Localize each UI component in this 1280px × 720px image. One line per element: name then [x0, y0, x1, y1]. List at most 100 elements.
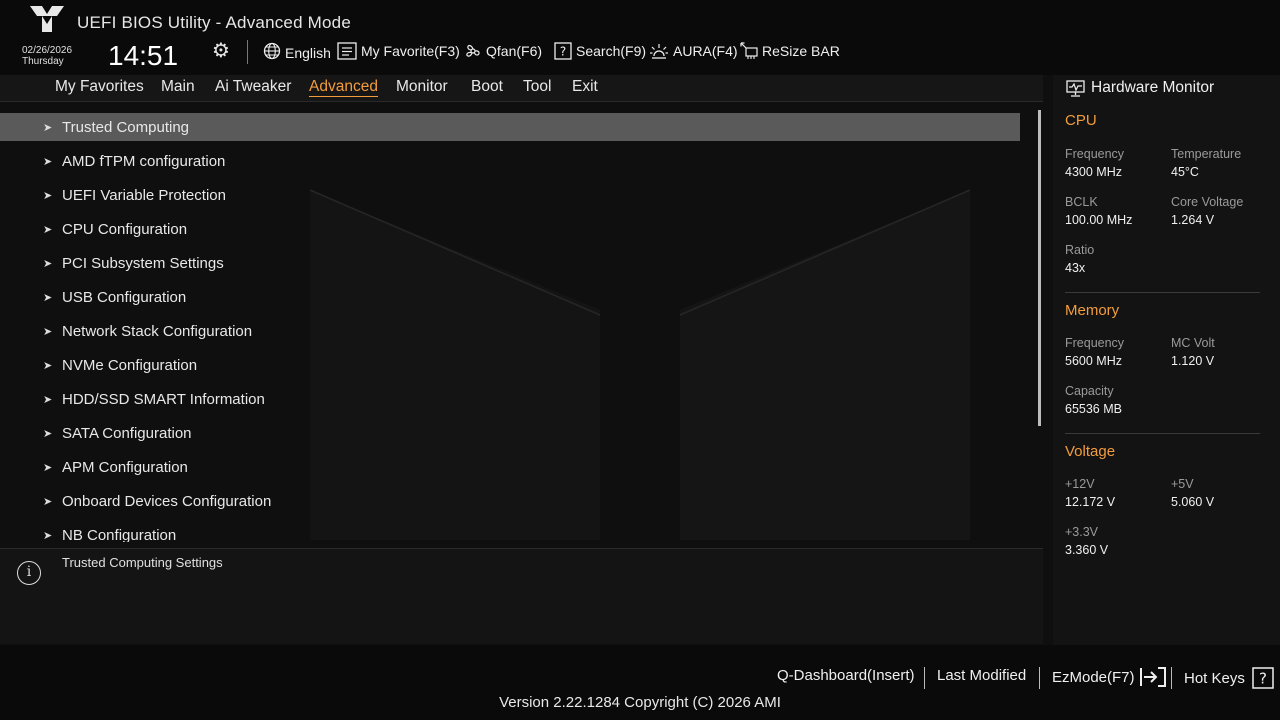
menu-item-hdd-ssd-smart[interactable]: ➤ HDD/SSD SMART Information	[0, 385, 1020, 413]
menu-item-label: USB Configuration	[62, 288, 187, 306]
memory-frequency-value: 5600 MHz	[1065, 354, 1122, 368]
submenu-arrow-icon: ➤	[43, 291, 53, 304]
hw-divider	[1065, 433, 1260, 434]
resize-bar-button[interactable]: ReSize BAR	[740, 42, 840, 60]
bclk-label: BCLK	[1065, 195, 1098, 209]
hardware-monitor-title: Hardware Monitor	[1091, 79, 1215, 96]
clock: 14:51	[108, 40, 179, 71]
tab-tool[interactable]: Tool	[523, 78, 551, 96]
footer-divider	[924, 667, 925, 689]
submenu-arrow-icon: ➤	[43, 155, 53, 168]
last-modified-button[interactable]: Last Modified	[937, 667, 1026, 684]
resize-bar-icon	[740, 42, 758, 59]
q-dashboard-button[interactable]: Q-Dashboard(Insert)	[777, 667, 915, 684]
menu-item-amd-ftpm[interactable]: ➤ AMD fTPM configuration	[0, 147, 1020, 175]
menu-item-label: APM Configuration	[62, 458, 188, 476]
language-label: English	[285, 45, 331, 61]
v12-label: +12V	[1065, 477, 1095, 491]
menu-item-label: NB Configuration	[62, 526, 177, 543]
my-favorite-label: My Favorite(F3)	[361, 43, 460, 59]
tab-main[interactable]: Main	[161, 78, 195, 96]
fan-icon	[466, 44, 480, 57]
menu-item-network-stack[interactable]: ➤ Network Stack Configuration	[0, 317, 1020, 345]
aura-light-icon	[650, 44, 668, 59]
menu-scrollbar[interactable]	[1038, 110, 1041, 426]
svg-text:?: ?	[1259, 670, 1267, 688]
menu-item-uefi-variable-protection[interactable]: ➤ UEFI Variable Protection	[0, 181, 1020, 209]
help-panel: i Trusted Computing Settings	[0, 548, 1043, 644]
settings-gear-icon[interactable]: ⚙	[212, 38, 230, 63]
monitor-icon	[1066, 79, 1085, 97]
menu-item-label: NVMe Configuration	[62, 356, 198, 374]
submenu-arrow-icon: ➤	[43, 427, 53, 440]
search-button[interactable]: ? Search(F9)	[554, 42, 646, 60]
cpu-section-title: CPU	[1065, 112, 1097, 129]
hot-keys-button[interactable]: Hot Keys ?	[1184, 667, 1274, 689]
tab-ai-tweaker[interactable]: Ai Tweaker	[215, 78, 291, 96]
tab-monitor[interactable]: Monitor	[396, 78, 448, 96]
cpu-frequency-value: 4300 MHz	[1065, 165, 1122, 179]
menu-item-nb-configuration[interactable]: ➤ NB Configuration	[0, 521, 1020, 543]
search-help-icon: ?	[554, 42, 572, 60]
svg-text:?: ?	[560, 45, 566, 59]
menu-item-label: AMD fTPM configuration	[62, 152, 226, 170]
mc-volt-label: MC Volt	[1171, 336, 1215, 350]
top-bar: UEFI BIOS Utility - Advanced Mode 02/26/…	[0, 0, 1280, 75]
info-icon: i	[17, 561, 41, 585]
submenu-arrow-icon: ➤	[43, 257, 53, 270]
qfan-label: Qfan(F6)	[486, 43, 543, 59]
tab-boot[interactable]: Boot	[471, 78, 503, 96]
menu-item-label: Trusted Computing	[62, 118, 190, 136]
ratio-label: Ratio	[1065, 243, 1095, 257]
submenu-arrow-icon: ➤	[43, 223, 53, 236]
ezmode-button[interactable]: EzMode(F7)	[1052, 667, 1167, 687]
core-voltage-label: Core Voltage	[1171, 195, 1244, 209]
date-display: 02/26/2026 Thursday	[22, 45, 72, 67]
menu-item-usb-configuration[interactable]: ➤ USB Configuration	[0, 283, 1020, 311]
hardware-monitor-panel: Hardware Monitor CPU Frequency 4300 MHz …	[1053, 75, 1280, 645]
version-text: Version 2.22.1284 Copyright (C) 2026 AMI	[499, 694, 781, 711]
submenu-arrow-icon: ➤	[43, 529, 53, 542]
main-tab-bar: My Favorites Main Ai Tweaker Advanced Mo…	[0, 75, 1043, 102]
tuf-logo-icon	[30, 6, 64, 32]
submenu-arrow-icon: ➤	[43, 359, 53, 372]
footer-divider	[1171, 667, 1172, 689]
aura-button[interactable]: AURA(F4)	[649, 42, 738, 60]
tab-advanced[interactable]: Advanced	[309, 78, 378, 97]
date-text: 02/26/2026	[22, 45, 73, 56]
language-button[interactable]: English	[263, 42, 331, 61]
menu-item-sata-configuration[interactable]: ➤ SATA Configuration	[0, 419, 1020, 447]
bclk-value: 100.00 MHz	[1065, 213, 1133, 227]
cpu-temperature-label: Temperature	[1171, 147, 1242, 161]
menu-item-label: HDD/SSD SMART Information	[62, 390, 265, 408]
hot-keys-label: Hot Keys	[1184, 669, 1245, 687]
submenu-arrow-icon: ➤	[43, 121, 53, 134]
menu-item-apm-configuration[interactable]: ➤ APM Configuration	[0, 453, 1020, 481]
submenu-arrow-icon: ➤	[43, 325, 53, 338]
my-favorite-button[interactable]: My Favorite(F3)	[337, 42, 460, 60]
submenu-arrow-icon: ➤	[43, 495, 53, 508]
menu-item-label: Network Stack Configuration	[62, 322, 253, 340]
tab-exit[interactable]: Exit	[572, 78, 598, 96]
resize-bar-label: ReSize BAR	[762, 43, 840, 59]
menu-item-trusted-computing[interactable]: ➤ Trusted Computing	[0, 113, 1020, 141]
core-voltage-value: 1.264 V	[1171, 213, 1215, 227]
toolbar-divider	[247, 40, 248, 64]
tab-my-favorites[interactable]: My Favorites	[55, 78, 144, 96]
mc-volt-value: 1.120 V	[1171, 354, 1215, 368]
footer-bar: Q-Dashboard(Insert) Last Modified EzMode…	[0, 645, 1280, 720]
menu-item-onboard-devices[interactable]: ➤ Onboard Devices Configuration	[0, 487, 1020, 515]
qfan-button[interactable]: Qfan(F6)	[464, 42, 542, 60]
menu-item-label: PCI Subsystem Settings	[62, 254, 224, 272]
menu-item-nvme-configuration[interactable]: ➤ NVMe Configuration	[0, 351, 1020, 379]
help-question-icon: ?	[1252, 667, 1274, 689]
menu-item-pci-subsystem[interactable]: ➤ PCI Subsystem Settings	[0, 249, 1020, 277]
ratio-value: 43x	[1065, 261, 1086, 275]
ezmode-label: EzMode(F7)	[1052, 668, 1135, 686]
search-label: Search(F9)	[576, 43, 647, 59]
menu-item-label: UEFI Variable Protection	[62, 186, 226, 204]
advanced-menu-list: ➤ Trusted Computing ➤ AMD fTPM configura…	[0, 105, 1043, 542]
v5-value: 5.060 V	[1171, 495, 1215, 509]
aura-label: AURA(F4)	[673, 43, 738, 59]
menu-item-cpu-configuration[interactable]: ➤ CPU Configuration	[0, 215, 1020, 243]
